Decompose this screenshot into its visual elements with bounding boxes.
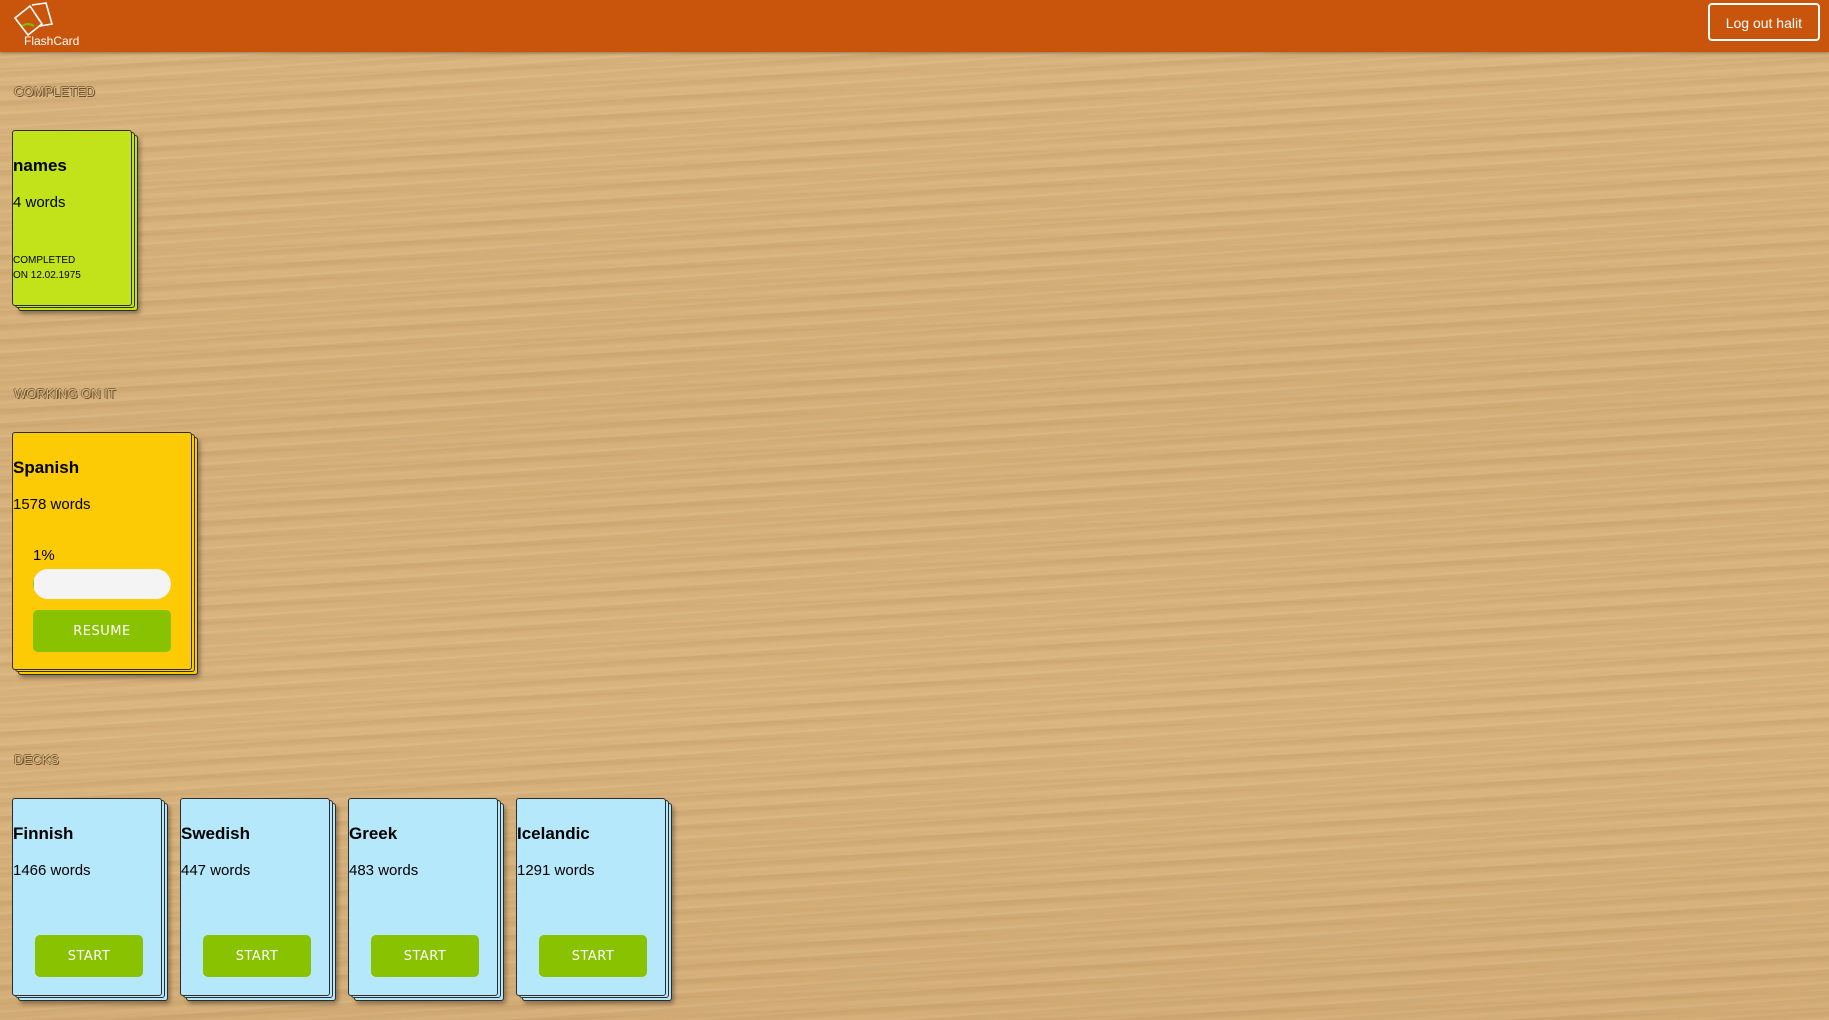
deck-word-count: 447 words bbox=[181, 862, 251, 879]
section-title-completed: COMPLETED bbox=[14, 84, 95, 99]
progress-bar-fill bbox=[33, 569, 35, 599]
progress-percent: 1% bbox=[33, 547, 55, 564]
top-bar: FlashCard Log out halit bbox=[0, 0, 1829, 52]
deck-name: Greek bbox=[349, 824, 398, 843]
logo-text: FlashCard bbox=[24, 34, 80, 48]
deck-card-icelandic: Icelandic 1291 words START bbox=[516, 798, 672, 1002]
deck-word-count: 1291 words bbox=[517, 862, 595, 879]
section-title-working: WORKING ON IT bbox=[14, 386, 116, 401]
progress-bar bbox=[33, 569, 171, 599]
deck-word-count: 4 words bbox=[13, 194, 66, 211]
deck-name: Spanish bbox=[13, 458, 80, 477]
app-logo[interactable]: FlashCard bbox=[10, 2, 90, 50]
completion-date: COMPLETED ON 12.02.1975 bbox=[13, 253, 131, 283]
start-button[interactable]: START bbox=[35, 935, 143, 977]
deck-name: Swedish bbox=[181, 824, 250, 843]
start-button[interactable]: START bbox=[371, 935, 479, 977]
start-button[interactable]: START bbox=[539, 935, 647, 977]
deck-name: Finnish bbox=[13, 824, 74, 843]
deck-name: Icelandic bbox=[517, 824, 590, 843]
deck-card-greek: Greek 483 words START bbox=[348, 798, 504, 1002]
deck-name: names bbox=[13, 156, 67, 175]
completed-deck-card[interactable]: names 4 words COMPLETED ON 12.02.1975 bbox=[12, 130, 138, 312]
logout-button[interactable]: Log out halit bbox=[1707, 3, 1820, 41]
in-progress-deck-card: Spanish 1578 words 1% RESUME bbox=[12, 432, 200, 676]
start-button[interactable]: START bbox=[203, 935, 311, 977]
deck-card-swedish: Swedish 447 words START bbox=[180, 798, 336, 1002]
deck-word-count: 1466 words bbox=[13, 862, 91, 879]
completed-date-label: ON 12.02.1975 bbox=[13, 270, 81, 281]
completed-label: COMPLETED bbox=[13, 255, 76, 266]
resume-button[interactable]: RESUME bbox=[33, 610, 171, 652]
deck-word-count: 483 words bbox=[349, 862, 419, 879]
section-title-decks: DECKS bbox=[14, 752, 59, 767]
deck-card-finnish: Finnish 1466 words START bbox=[12, 798, 168, 1002]
deck-word-count: 1578 words bbox=[13, 496, 91, 513]
